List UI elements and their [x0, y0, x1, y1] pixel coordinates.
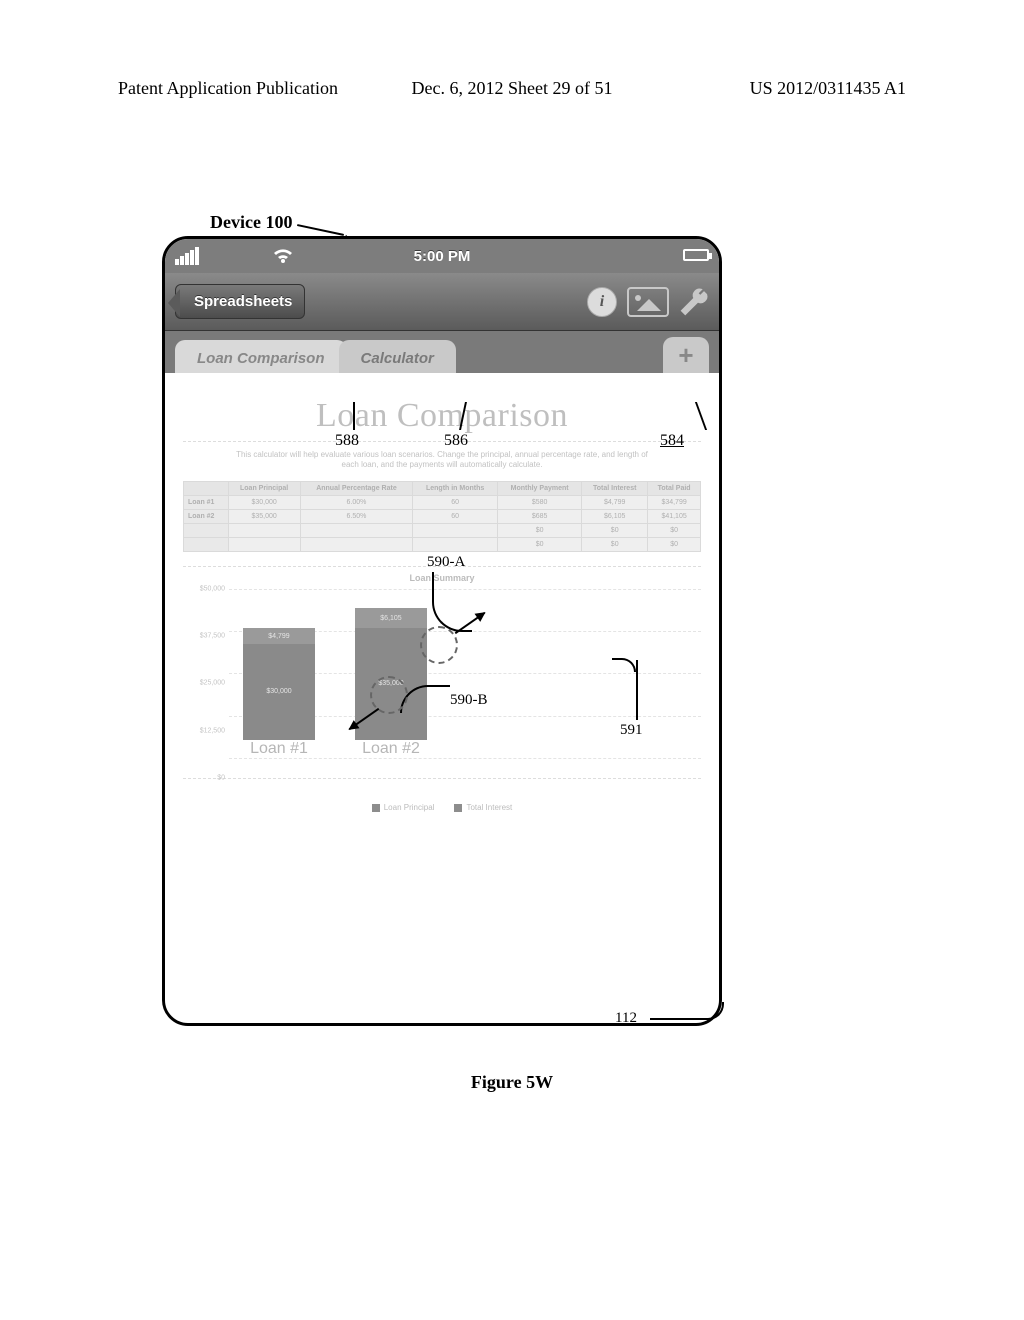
bar-seg-principal: $30,000 [243, 644, 315, 740]
info-icon[interactable]: i [587, 287, 617, 317]
callout-590a: 590-A [427, 554, 465, 571]
battery-icon [683, 249, 709, 261]
bar-xlabel: Loan #1 [250, 740, 308, 758]
callout-588: 588 [335, 432, 359, 450]
callout-586: 586 [444, 432, 468, 450]
row-label [184, 523, 229, 537]
table-header-row: Loan Principal Annual Percentage Rate Le… [184, 481, 701, 495]
ytick-label: $12,500 [183, 727, 225, 734]
ytick-label: $37,500 [183, 633, 225, 640]
table-cell[interactable] [228, 523, 300, 537]
table-cell[interactable]: 6.50% [300, 509, 413, 523]
row-label [184, 537, 229, 551]
table-cell[interactable]: $580 [497, 495, 581, 509]
table-cell[interactable]: 6.00% [300, 495, 413, 509]
page-header: Patent Application Publication Dec. 6, 2… [0, 78, 1024, 99]
legend-swatch-interest [454, 804, 462, 812]
gridline [229, 758, 701, 759]
table-row[interactable]: $0$0$0 [184, 537, 701, 551]
back-button-label: Spreadsheets [194, 293, 292, 310]
callout-112: 112 [615, 1010, 637, 1027]
back-button[interactable]: Spreadsheets [175, 284, 305, 319]
table-cell[interactable] [228, 537, 300, 551]
bar-xlabel: Loan #2 [362, 740, 420, 758]
table-cell[interactable]: $0 [582, 523, 648, 537]
table-cell[interactable]: $0 [582, 537, 648, 551]
pub-number: US 2012/0311435 A1 [750, 78, 906, 99]
chart-bar: $4,799$30,000 [243, 628, 315, 739]
table-cell[interactable] [300, 537, 413, 551]
table-cell[interactable]: $0 [648, 537, 701, 551]
leader-112 [650, 1018, 712, 1020]
device-label-arrow [297, 218, 357, 238]
legend-label-principal: Loan Principal [384, 803, 435, 812]
table-cell[interactable]: $685 [497, 509, 581, 523]
figure-caption: Figure 5W [0, 1072, 1024, 1093]
gesture-circle-a [420, 626, 458, 664]
table-cell[interactable]: 60 [413, 509, 498, 523]
table-cell[interactable] [413, 523, 498, 537]
row-label: Loan #2 [184, 509, 229, 523]
table-row[interactable]: Loan #1$30,0006.00%60$580$4,799$34,799 [184, 495, 701, 509]
tab-loan-comparison[interactable]: Loan Comparison [175, 340, 347, 373]
table-cell[interactable]: $0 [648, 523, 701, 537]
tabs: Loan Comparison Calculator + [165, 331, 719, 373]
pub-label: Patent Application Publication [118, 78, 338, 99]
col-total: Total Paid [648, 481, 701, 495]
table-row[interactable]: $0$0$0 [184, 523, 701, 537]
col-blank [184, 481, 229, 495]
loan-table[interactable]: Loan Principal Annual Percentage Rate Le… [183, 481, 701, 552]
chart-legend: Loan Principal Total Interest [183, 803, 701, 812]
col-monthly: Monthly Payment [497, 481, 581, 495]
col-interest: Total Interest [582, 481, 648, 495]
wifi-icon [273, 247, 293, 269]
callout-584: 584 [660, 432, 684, 450]
tab-calculator[interactable]: Calculator [339, 340, 456, 373]
callout-591: 591 [620, 722, 643, 739]
table-cell[interactable]: $35,000 [228, 509, 300, 523]
table-cell[interactable] [413, 537, 498, 551]
wrench-icon[interactable] [679, 287, 709, 317]
status-bar: 5:00 PM [165, 239, 719, 273]
col-principal: Loan Principal [228, 481, 300, 495]
leader-591 [636, 660, 638, 720]
tab-calculator-label: Calculator [361, 350, 434, 367]
leader-112-curve [706, 1002, 724, 1020]
signal-icon [175, 247, 199, 265]
bar-seg-interest: $4,799 [243, 628, 315, 643]
col-length: Length in Months [413, 481, 498, 495]
tab-loan-comparison-label: Loan Comparison [197, 350, 325, 367]
table-cell[interactable]: $0 [497, 537, 581, 551]
table-cell[interactable]: $30,000 [228, 495, 300, 509]
leader-588 [353, 402, 355, 430]
bar-seg-interest: $6,105 [355, 608, 427, 628]
plus-icon: + [678, 340, 693, 371]
ytick-label: $25,000 [183, 680, 225, 687]
sheet-description: This calculator will help evaluate vario… [227, 450, 657, 471]
table-cell[interactable]: $6,105 [582, 509, 648, 523]
table-row[interactable]: Loan #2$35,0006.50%60$685$6,105$41,105 [184, 509, 701, 523]
table-cell[interactable]: $41,105 [648, 509, 701, 523]
legend-swatch-principal [372, 804, 380, 812]
device-label: Device 100 [210, 208, 357, 233]
ytick-label: $50,000 [183, 585, 225, 592]
table-cell[interactable]: $34,799 [648, 495, 701, 509]
sheet-index: Dec. 6, 2012 Sheet 29 of 51 [412, 78, 613, 99]
table-cell[interactable]: 60 [413, 495, 498, 509]
table-cell[interactable]: $0 [497, 523, 581, 537]
table-cell[interactable] [300, 523, 413, 537]
ytick-label: $0 [183, 774, 225, 781]
row-label: Loan #1 [184, 495, 229, 509]
col-apr: Annual Percentage Rate [300, 481, 413, 495]
callout-590b: 590-B [450, 692, 488, 709]
legend-label-interest: Total Interest [466, 803, 512, 812]
tab-add-button[interactable]: + [663, 337, 709, 373]
sheet-title: Loan Comparison [183, 397, 701, 442]
table-cell[interactable]: $4,799 [582, 495, 648, 509]
toolbar: Spreadsheets i [165, 273, 719, 331]
status-time: 5:00 PM [414, 248, 471, 265]
image-icon[interactable] [627, 287, 669, 317]
chart-bar: $6,105$35,000 [355, 608, 427, 740]
